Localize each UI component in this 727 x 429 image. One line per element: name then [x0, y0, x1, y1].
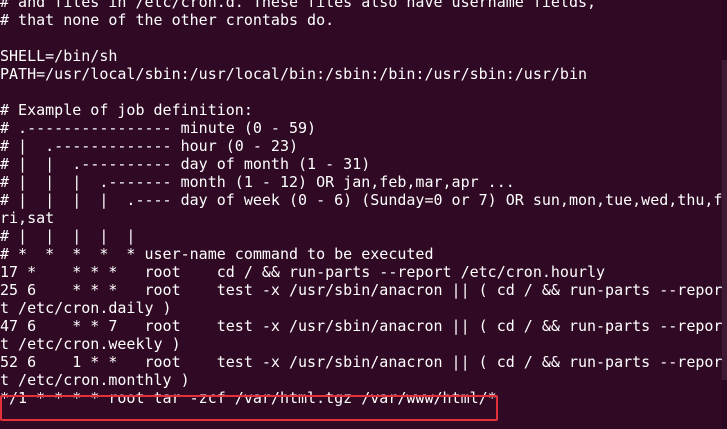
terminal-line: 25 6 * * * root test -x /usr/sbin/anacro… — [0, 281, 722, 299]
terminal-line: # | .------------- hour (0 - 23) — [0, 137, 299, 155]
scrollbar[interactable] — [722, 0, 727, 429]
terminal-line: t /etc/cron.monthly ) — [0, 371, 190, 389]
terminal-line: # * * * * * user-name command to be exec… — [0, 245, 434, 263]
terminal-line: SHELL=/bin/sh — [0, 47, 118, 65]
terminal-line: # that none of the other crontabs do. — [0, 11, 335, 29]
terminal-line: 52 6 1 * * root test -x /usr/sbin/anacro… — [0, 353, 722, 371]
highlighted-cron-line: */1 * * * * root tar -zcf /var/html.tgz … — [0, 389, 497, 407]
terminal-line: # | | | | | — [0, 227, 136, 245]
terminal-line: 47 6 * * 7 root test -x /usr/sbin/anacro… — [0, 317, 722, 335]
terminal-line: # .---------------- minute (0 - 59) — [0, 119, 317, 137]
terminal-line: # Example of job definition: — [0, 101, 253, 119]
terminal-line: # | | | | .---- day of week (0 - 6) (Sun… — [0, 191, 722, 209]
terminal-line: t /etc/cron.daily ) — [0, 299, 172, 317]
terminal-line: # and files in /etc/cron.d. These files … — [0, 0, 597, 11]
scrollbar-thumb[interactable] — [722, 60, 727, 380]
terminal-window[interactable]: # and files in /etc/cron.d. These files … — [0, 0, 727, 429]
terminal-line: PATH=/usr/local/sbin:/usr/local/bin:/sbi… — [0, 65, 587, 83]
terminal-line: # | | | .------- month (1 - 12) OR jan,f… — [0, 173, 515, 191]
terminal-line: t /etc/cron.weekly ) — [0, 335, 181, 353]
terminal-line: # | | .---------- day of month (1 - 31) — [0, 155, 371, 173]
terminal-line: 17 * * * * root cd / && run-parts --repo… — [0, 263, 606, 281]
terminal-line: ri,sat — [0, 209, 55, 227]
terminal-text-area[interactable]: # and files in /etc/cron.d. These files … — [0, 0, 722, 407]
